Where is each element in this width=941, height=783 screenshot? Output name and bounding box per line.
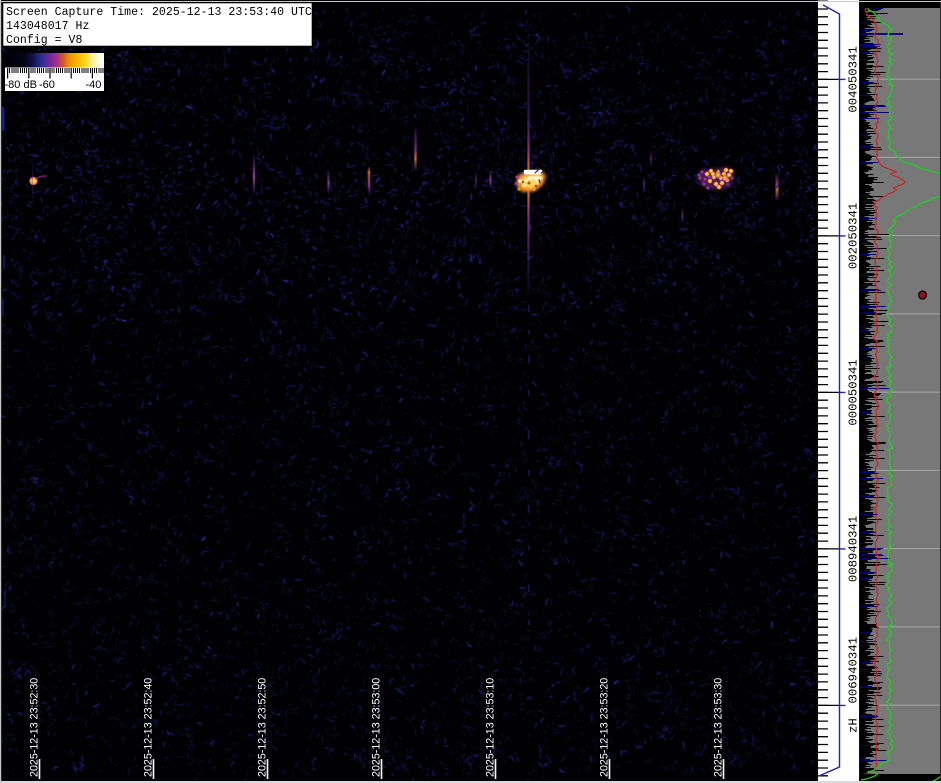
svg-text:-40: -40: [86, 79, 102, 91]
svg-text:-80 dB: -80 dB: [5, 79, 37, 91]
svg-text:Config = V8: Config = V8: [6, 34, 83, 47]
svg-text:2025-12-13 23:53:30: 2025-12-13 23:53:30: [713, 678, 725, 777]
svg-text:004050341: 004050341: [847, 46, 861, 112]
svg-text:2025-12-13 23:53:00: 2025-12-13 23:53:00: [371, 678, 383, 777]
svg-text:2025-12-13 23:52:40: 2025-12-13 23:52:40: [143, 678, 155, 777]
svg-text:-60: -60: [39, 79, 55, 91]
svg-text:002050341: 002050341: [847, 203, 861, 269]
svg-text:143048017 Hz: 143048017 Hz: [6, 20, 89, 33]
svg-text:2025-12-13 23:52:30: 2025-12-13 23:52:30: [29, 678, 41, 777]
svg-text:zH 006940341: zH 006940341: [847, 637, 861, 733]
svg-text:Screen Capture Time: 2025-12-1: Screen Capture Time: 2025-12-13 23:53:40…: [6, 6, 312, 19]
svg-text:2025-12-13 23:53:10: 2025-12-13 23:53:10: [485, 678, 497, 777]
svg-text:000050341: 000050341: [847, 359, 861, 425]
svg-text:2025-12-13 23:53:20: 2025-12-13 23:53:20: [599, 678, 611, 777]
svg-text:008940341: 008940341: [847, 516, 861, 582]
svg-text:2025-12-13 23:52:50: 2025-12-13 23:52:50: [257, 678, 269, 777]
